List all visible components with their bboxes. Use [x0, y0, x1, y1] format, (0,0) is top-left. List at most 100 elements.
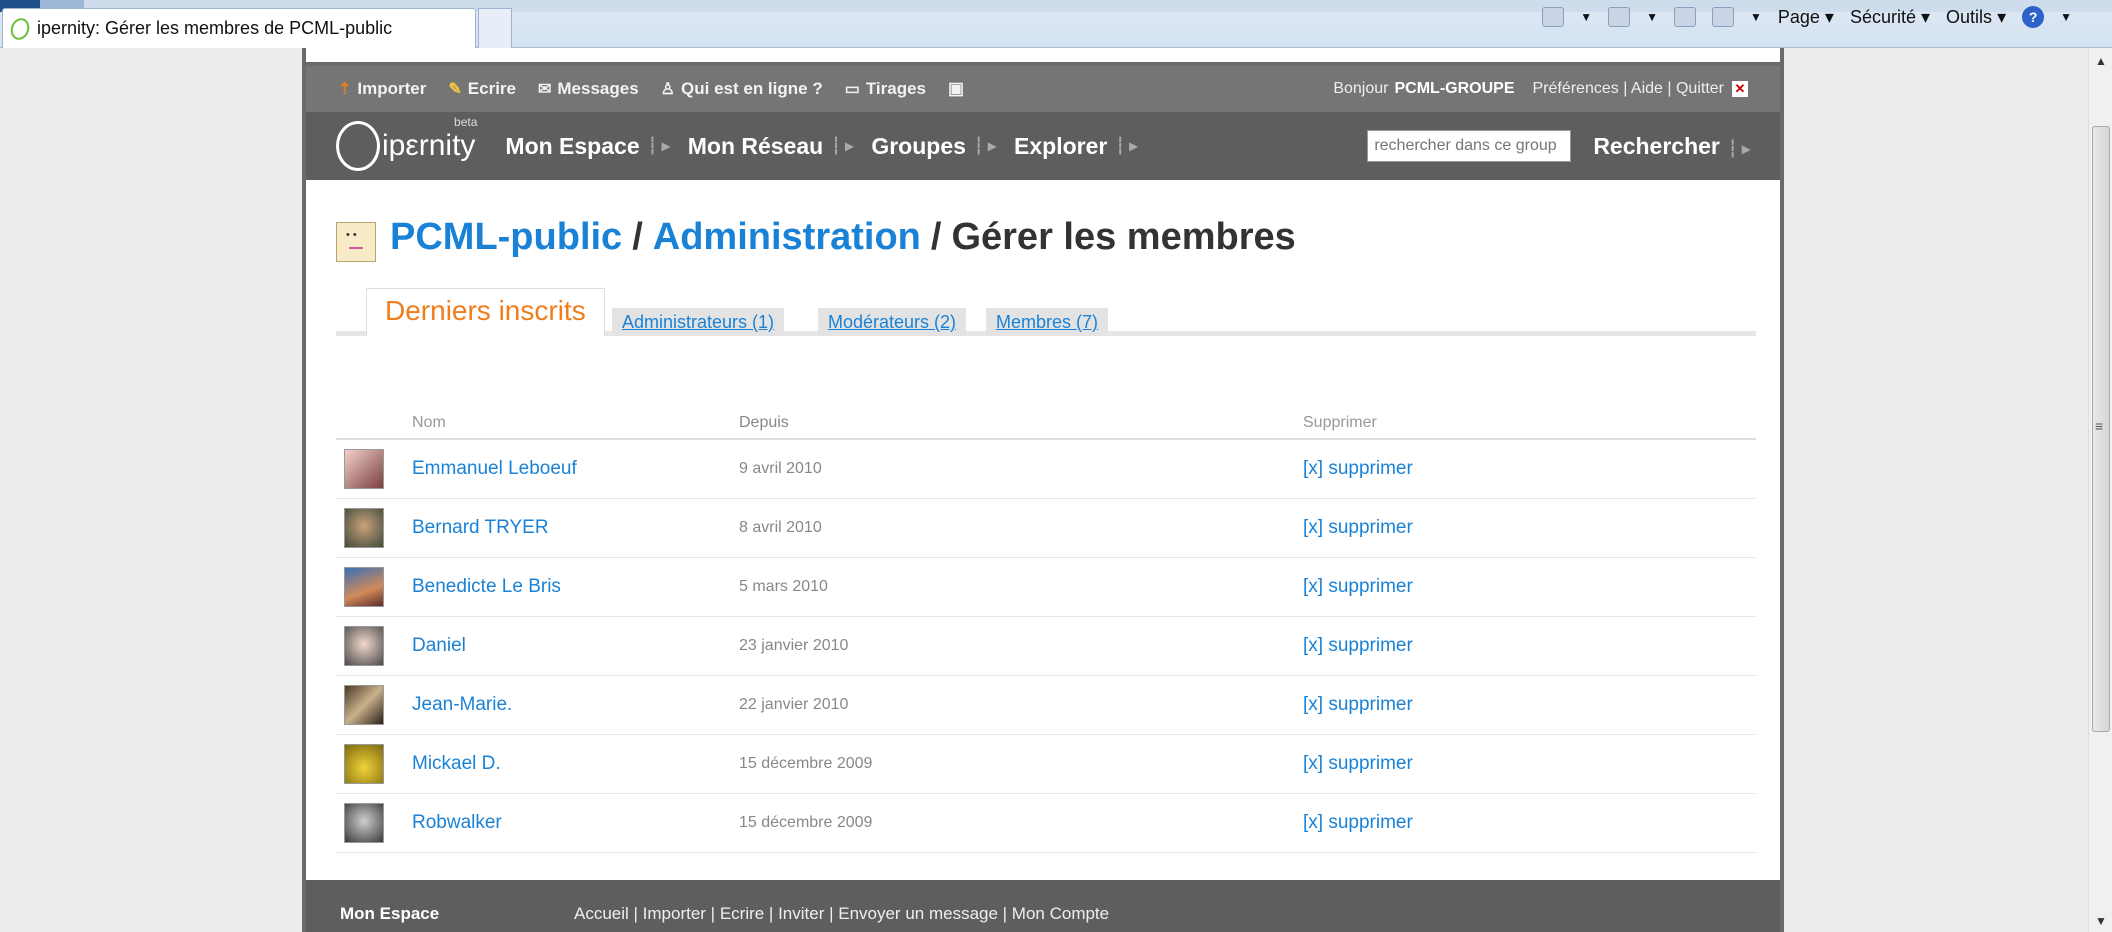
tab-derniers-inscrits[interactable]: Derniers inscrits [366, 288, 605, 336]
avatar[interactable] [344, 744, 384, 784]
account-links[interactable]: Préférences | Aide | Quitter [1532, 80, 1724, 98]
printer-icon[interactable] [1711, 7, 1734, 27]
tab-moderateurs[interactable]: Modérateurs (2) [818, 308, 967, 336]
upload-icon: ⇡ [338, 81, 352, 98]
home-icon[interactable] [1542, 7, 1565, 27]
tab-administrateurs[interactable]: Administrateurs (1) [612, 308, 785, 336]
chevron-down-icon[interactable]: ▼ [1646, 10, 1658, 24]
table-row: Daniel 23 janvier 2010 [x] supprimer [336, 617, 1756, 676]
browser-tab-title: ipernity: Gérer les membres de PCML-publ… [37, 18, 393, 38]
security-menu[interactable]: Sécurité ▾ [1850, 7, 1930, 28]
member-name-link[interactable]: Jean-Marie. [412, 694, 739, 716]
userbar-online[interactable]: ♙ Qui est en ligne ? [661, 79, 823, 99]
mail-icon[interactable] [1673, 7, 1696, 27]
feeds-icon[interactable] [1608, 7, 1631, 27]
browser-tab[interactable]: ipernity: Gérer les membres de PCML-publ… [2, 8, 476, 48]
browser-toolbar: ipernity: Gérer les membres de PCML-publ… [0, 0, 2112, 48]
delete-member-link[interactable]: [x] supprimer [1303, 458, 1413, 480]
tab-membres[interactable]: Membres (7) [986, 308, 1109, 336]
group-avatar-icon [336, 222, 376, 262]
close-icon[interactable]: ✕ [1732, 81, 1748, 97]
userbar-importer[interactable]: ⇡ Importer [338, 79, 426, 99]
avatar[interactable] [344, 803, 384, 843]
page-title: PCML-public/Administration/Gérer les mem… [336, 212, 1296, 262]
ipernity-favicon-icon [7, 15, 33, 42]
members-table: Nom Depuis Supprimer Emmanuel Leboeuf 9 … [336, 408, 1756, 853]
slideshow-icon[interactable]: ▣ [948, 79, 964, 99]
member-since: 22 janvier 2010 [739, 696, 849, 713]
user-bar: ⇡ Importer ✎ Ecrire ✉ Messages ♙ Qui est en … [306, 66, 1780, 112]
avatar[interactable] [344, 685, 384, 725]
member-since: 5 mars 2010 [739, 578, 828, 595]
breadcrumb-admin-link[interactable]: Administration [653, 216, 921, 258]
logo-icon [336, 121, 380, 171]
member-name-link[interactable]: Mickael D. [412, 753, 739, 775]
new-tab-button[interactable] [478, 8, 512, 48]
table-row: Mickael D. 15 décembre 2009 [x] supprime… [336, 735, 1756, 794]
member-name-link[interactable]: Bernard TRYER [412, 517, 739, 539]
footer-title: Mon Espace [340, 904, 440, 923]
vertical-scrollbar[interactable]: ▲ ≡ ▼ [2088, 48, 2112, 932]
avatar[interactable] [344, 449, 384, 489]
table-row: Jean-Marie. 22 janvier 2010 [x] supprime… [336, 676, 1756, 735]
delete-member-link[interactable]: [x] supprimer [1303, 517, 1413, 539]
userbar-tirages[interactable]: ▭ Tirages [845, 79, 926, 99]
delete-member-link[interactable]: [x] supprimer [1303, 635, 1413, 657]
scroll-up-icon[interactable]: ▲ [2095, 54, 2107, 68]
avatar[interactable] [344, 567, 384, 607]
nav-explorer[interactable]: Explorer ┆ ▸ [1014, 133, 1137, 160]
envelope-icon: ✉ [537, 81, 552, 98]
member-name-link[interactable]: Benedicte Le Bris [412, 576, 739, 598]
delete-member-link[interactable]: [x] supprimer [1303, 694, 1413, 716]
person-icon: ♙ [660, 81, 676, 98]
tools-menu[interactable]: Outils ▾ [1946, 7, 2006, 28]
chevron-down-icon[interactable]: ▼ [2060, 10, 2072, 24]
chevron-down-icon[interactable]: ▼ [1580, 10, 1592, 24]
delete-member-link[interactable]: [x] supprimer [1303, 576, 1413, 598]
member-since: 8 avril 2010 [739, 519, 822, 536]
nav-mon-reseau[interactable]: Mon Réseau ┆ ▸ [688, 133, 854, 160]
userbar-ecrire[interactable]: ✎ Ecrire [448, 79, 516, 99]
ipernity-logo[interactable]: ipεrnity beta [336, 115, 477, 171]
search-button[interactable]: Rechercher ┆ ▸ [1593, 133, 1750, 160]
userbar-messages[interactable]: ✉ Messages [538, 79, 639, 99]
user-account-links: Bonjour PCML-GROUPE Préférences | Aide |… [1333, 80, 1748, 98]
member-name-link[interactable]: Robwalker [412, 812, 739, 834]
col-nom: Nom [412, 414, 446, 431]
nav-mon-espace[interactable]: Mon Espace ┆ ▸ [505, 133, 669, 160]
browser-command-bar: ▼ ▼ ▼ Page ▾ Sécurité ▾ Outils ▾ ? ▼ [1542, 6, 2072, 28]
table-row: Benedicte Le Bris 5 mars 2010 [x] suppri… [336, 558, 1756, 617]
delete-member-link[interactable]: [x] supprimer [1303, 812, 1413, 834]
member-since: 9 avril 2010 [739, 460, 822, 477]
page-content: ⇡ Importer ✎ Ecrire ✉ Messages ♙ Qui est en … [302, 48, 1784, 932]
breadcrumb-group-link[interactable]: PCML-public [390, 216, 622, 258]
avatar[interactable] [344, 626, 384, 666]
scroll-down-icon[interactable]: ▼ [2095, 914, 2107, 928]
table-header: Nom Depuis Supprimer [336, 408, 1756, 440]
avatar[interactable] [344, 508, 384, 548]
member-since: 15 décembre 2009 [739, 755, 873, 772]
col-supprimer: Supprimer [1303, 414, 1377, 431]
scrollbar-grip-icon: ≡ [2095, 418, 2104, 434]
member-name-link[interactable]: Emmanuel Leboeuf [412, 458, 739, 480]
print-icon: ▭ [844, 81, 860, 98]
help-icon[interactable]: ? [2022, 6, 2045, 28]
page-menu[interactable]: Page ▾ [1778, 7, 1834, 28]
col-depuis: Depuis [739, 414, 789, 431]
member-since: 15 décembre 2009 [739, 814, 873, 831]
nav-groupes[interactable]: Groupes ┆ ▸ [871, 133, 996, 160]
main-navbar: ipεrnity beta Mon Espace ┆ ▸ Mon Réseau ┆ … [306, 112, 1780, 180]
table-row: Bernard TRYER 8 avril 2010 [x] supprimer [336, 499, 1756, 558]
delete-member-link[interactable]: [x] supprimer [1303, 753, 1413, 775]
member-tabs: Derniers inscrits Administrateurs (1) Mo… [336, 288, 1756, 336]
breadcrumb-current: Gérer les membres [951, 215, 1296, 258]
footer-links[interactable]: Accueil | Importer | Ecrire | Inviter | … [574, 904, 1109, 924]
chevron-down-icon[interactable]: ▼ [1750, 10, 1762, 24]
page-footer: Mon Espace Accueil | Importer | Ecrire |… [306, 880, 1780, 932]
table-row: Emmanuel Leboeuf 9 avril 2010 [x] suppri… [336, 440, 1756, 499]
pencil-icon: ✎ [448, 81, 462, 98]
search-input[interactable] [1367, 130, 1572, 162]
member-name-link[interactable]: Daniel [412, 635, 739, 657]
username[interactable]: PCML-GROUPE [1394, 80, 1514, 98]
member-since: 23 janvier 2010 [739, 637, 849, 654]
